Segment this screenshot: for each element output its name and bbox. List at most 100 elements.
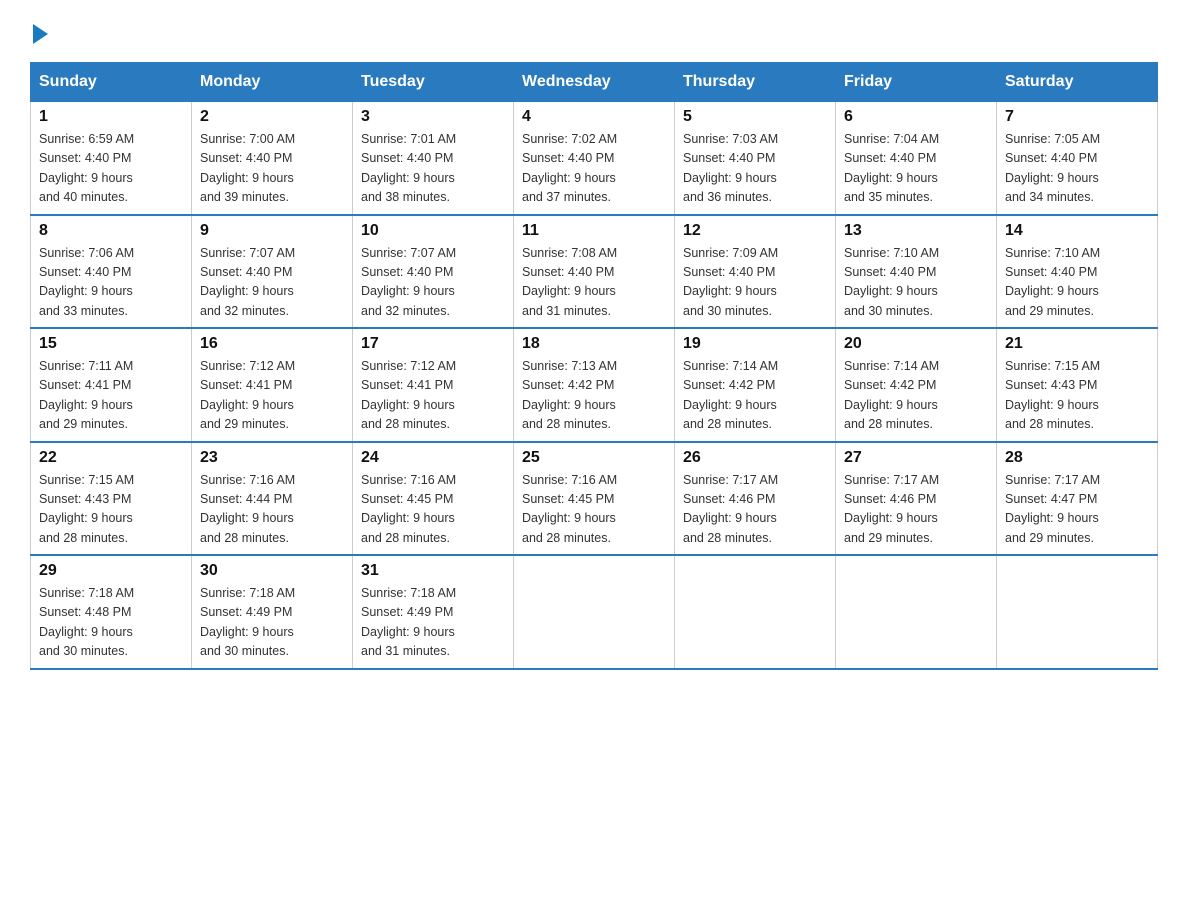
calendar-cell: 24 Sunrise: 7:16 AMSunset: 4:45 PMDaylig… [353,442,514,556]
day-info: Sunrise: 6:59 AMSunset: 4:40 PMDaylight:… [39,132,134,204]
day-info: Sunrise: 7:13 AMSunset: 4:42 PMDaylight:… [522,359,617,431]
day-number: 25 [522,449,666,467]
day-number: 28 [1005,449,1149,467]
calendar-cell [997,555,1158,669]
calendar-week-row: 8 Sunrise: 7:06 AMSunset: 4:40 PMDayligh… [31,215,1158,329]
day-number: 15 [39,335,183,353]
calendar-cell: 28 Sunrise: 7:17 AMSunset: 4:47 PMDaylig… [997,442,1158,556]
calendar-cell: 1 Sunrise: 6:59 AMSunset: 4:40 PMDayligh… [31,102,192,215]
day-number: 24 [361,449,505,467]
day-info: Sunrise: 7:15 AMSunset: 4:43 PMDaylight:… [1005,359,1100,431]
calendar-cell: 25 Sunrise: 7:16 AMSunset: 4:45 PMDaylig… [514,442,675,556]
day-info: Sunrise: 7:14 AMSunset: 4:42 PMDaylight:… [683,359,778,431]
calendar-cell: 5 Sunrise: 7:03 AMSunset: 4:40 PMDayligh… [675,102,836,215]
day-number: 7 [1005,108,1149,126]
weekday-header-saturday: Saturday [997,63,1158,102]
day-number: 31 [361,562,505,580]
calendar-cell: 4 Sunrise: 7:02 AMSunset: 4:40 PMDayligh… [514,102,675,215]
calendar-cell: 30 Sunrise: 7:18 AMSunset: 4:49 PMDaylig… [192,555,353,669]
calendar-cell: 20 Sunrise: 7:14 AMSunset: 4:42 PMDaylig… [836,328,997,442]
calendar-cell: 11 Sunrise: 7:08 AMSunset: 4:40 PMDaylig… [514,215,675,329]
day-number: 19 [683,335,827,353]
day-number: 16 [200,335,344,353]
calendar-cell [514,555,675,669]
weekday-header-thursday: Thursday [675,63,836,102]
calendar-cell: 7 Sunrise: 7:05 AMSunset: 4:40 PMDayligh… [997,102,1158,215]
logo [30,20,48,44]
day-info: Sunrise: 7:17 AMSunset: 4:46 PMDaylight:… [683,473,778,545]
calendar-cell: 31 Sunrise: 7:18 AMSunset: 4:49 PMDaylig… [353,555,514,669]
day-number: 22 [39,449,183,467]
day-number: 23 [200,449,344,467]
day-number: 14 [1005,222,1149,240]
day-info: Sunrise: 7:06 AMSunset: 4:40 PMDaylight:… [39,246,134,318]
weekday-header-friday: Friday [836,63,997,102]
day-info: Sunrise: 7:15 AMSunset: 4:43 PMDaylight:… [39,473,134,545]
day-number: 11 [522,222,666,240]
day-info: Sunrise: 7:17 AMSunset: 4:47 PMDaylight:… [1005,473,1100,545]
day-number: 6 [844,108,988,126]
day-number: 29 [39,562,183,580]
page-header [30,20,1158,44]
day-info: Sunrise: 7:04 AMSunset: 4:40 PMDaylight:… [844,132,939,204]
day-info: Sunrise: 7:10 AMSunset: 4:40 PMDaylight:… [1005,246,1100,318]
calendar-cell [675,555,836,669]
calendar-cell: 10 Sunrise: 7:07 AMSunset: 4:40 PMDaylig… [353,215,514,329]
day-number: 3 [361,108,505,126]
day-number: 18 [522,335,666,353]
calendar-cell: 23 Sunrise: 7:16 AMSunset: 4:44 PMDaylig… [192,442,353,556]
calendar-cell: 19 Sunrise: 7:14 AMSunset: 4:42 PMDaylig… [675,328,836,442]
calendar-week-row: 15 Sunrise: 7:11 AMSunset: 4:41 PMDaylig… [31,328,1158,442]
day-number: 30 [200,562,344,580]
calendar-week-row: 1 Sunrise: 6:59 AMSunset: 4:40 PMDayligh… [31,102,1158,215]
calendar-cell: 15 Sunrise: 7:11 AMSunset: 4:41 PMDaylig… [31,328,192,442]
calendar-cell: 17 Sunrise: 7:12 AMSunset: 4:41 PMDaylig… [353,328,514,442]
calendar-cell: 14 Sunrise: 7:10 AMSunset: 4:40 PMDaylig… [997,215,1158,329]
day-info: Sunrise: 7:02 AMSunset: 4:40 PMDaylight:… [522,132,617,204]
day-info: Sunrise: 7:17 AMSunset: 4:46 PMDaylight:… [844,473,939,545]
day-info: Sunrise: 7:16 AMSunset: 4:45 PMDaylight:… [522,473,617,545]
day-number: 1 [39,108,183,126]
day-info: Sunrise: 7:07 AMSunset: 4:40 PMDaylight:… [361,246,456,318]
day-number: 27 [844,449,988,467]
calendar-cell: 13 Sunrise: 7:10 AMSunset: 4:40 PMDaylig… [836,215,997,329]
calendar-cell: 9 Sunrise: 7:07 AMSunset: 4:40 PMDayligh… [192,215,353,329]
weekday-header-wednesday: Wednesday [514,63,675,102]
day-info: Sunrise: 7:01 AMSunset: 4:40 PMDaylight:… [361,132,456,204]
calendar-cell: 27 Sunrise: 7:17 AMSunset: 4:46 PMDaylig… [836,442,997,556]
calendar-table: SundayMondayTuesdayWednesdayThursdayFrid… [30,62,1158,670]
day-info: Sunrise: 7:16 AMSunset: 4:45 PMDaylight:… [361,473,456,545]
day-info: Sunrise: 7:10 AMSunset: 4:40 PMDaylight:… [844,246,939,318]
day-number: 10 [361,222,505,240]
day-number: 17 [361,335,505,353]
day-number: 2 [200,108,344,126]
calendar-week-row: 22 Sunrise: 7:15 AMSunset: 4:43 PMDaylig… [31,442,1158,556]
calendar-cell: 26 Sunrise: 7:17 AMSunset: 4:46 PMDaylig… [675,442,836,556]
day-info: Sunrise: 7:11 AMSunset: 4:41 PMDaylight:… [39,359,133,431]
day-number: 8 [39,222,183,240]
calendar-cell: 3 Sunrise: 7:01 AMSunset: 4:40 PMDayligh… [353,102,514,215]
day-number: 13 [844,222,988,240]
day-number: 26 [683,449,827,467]
day-info: Sunrise: 7:14 AMSunset: 4:42 PMDaylight:… [844,359,939,431]
calendar-cell: 29 Sunrise: 7:18 AMSunset: 4:48 PMDaylig… [31,555,192,669]
day-number: 5 [683,108,827,126]
day-number: 4 [522,108,666,126]
calendar-cell [836,555,997,669]
calendar-cell: 2 Sunrise: 7:00 AMSunset: 4:40 PMDayligh… [192,102,353,215]
calendar-cell: 8 Sunrise: 7:06 AMSunset: 4:40 PMDayligh… [31,215,192,329]
logo-chevron-icon [33,24,48,44]
day-number: 9 [200,222,344,240]
weekday-header-row: SundayMondayTuesdayWednesdayThursdayFrid… [31,63,1158,102]
day-info: Sunrise: 7:05 AMSunset: 4:40 PMDaylight:… [1005,132,1100,204]
day-info: Sunrise: 7:18 AMSunset: 4:49 PMDaylight:… [361,586,456,658]
calendar-cell: 22 Sunrise: 7:15 AMSunset: 4:43 PMDaylig… [31,442,192,556]
weekday-header-sunday: Sunday [31,63,192,102]
calendar-cell: 18 Sunrise: 7:13 AMSunset: 4:42 PMDaylig… [514,328,675,442]
day-info: Sunrise: 7:12 AMSunset: 4:41 PMDaylight:… [200,359,295,431]
weekday-header-monday: Monday [192,63,353,102]
weekday-header-tuesday: Tuesday [353,63,514,102]
calendar-cell: 12 Sunrise: 7:09 AMSunset: 4:40 PMDaylig… [675,215,836,329]
day-number: 12 [683,222,827,240]
calendar-cell: 6 Sunrise: 7:04 AMSunset: 4:40 PMDayligh… [836,102,997,215]
